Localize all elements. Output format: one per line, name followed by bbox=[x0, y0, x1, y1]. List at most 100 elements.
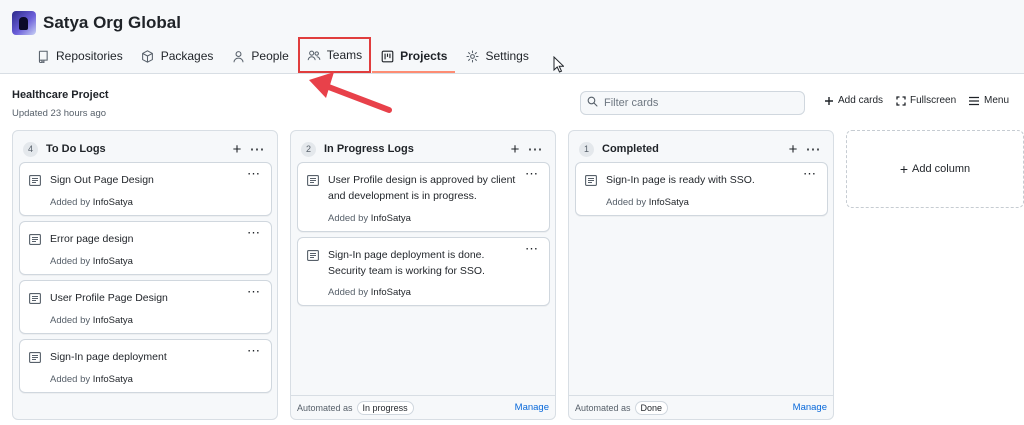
card[interactable]: User Profile Page Design ⋯ Added by Info… bbox=[19, 280, 272, 334]
automation-status-badge: Done bbox=[634, 400, 669, 415]
added-by-prefix: Added by bbox=[328, 213, 369, 224]
card-menu-kebab-icon[interactable]: ⋯ bbox=[245, 166, 263, 181]
column-actions: + ⋯ bbox=[783, 140, 823, 159]
card[interactable]: Sign Out Page Design ⋯ Added by InfoSaty… bbox=[19, 162, 272, 216]
tab-projects[interactable]: Projects bbox=[372, 40, 456, 73]
tab-packages[interactable]: Packages bbox=[133, 40, 222, 72]
card-meta: Added by InfoSatya bbox=[50, 315, 133, 326]
tab-label: Projects bbox=[400, 49, 448, 63]
added-by-prefix: Added by bbox=[606, 197, 647, 208]
added-by-user[interactable]: InfoSatya bbox=[649, 197, 689, 208]
tab-label: People bbox=[251, 49, 289, 63]
column-menu-kebab-icon[interactable]: ⋯ bbox=[803, 140, 823, 158]
mouse-cursor-icon bbox=[553, 56, 564, 73]
manage-automation-link[interactable]: Manage bbox=[515, 402, 549, 413]
column-header: 2 In Progress Logs + ⋯ bbox=[301, 140, 545, 158]
tab-label: Teams bbox=[326, 48, 363, 62]
note-icon bbox=[29, 234, 41, 245]
org-nav-tabs: Repositories Packages People Teams Proje… bbox=[28, 37, 539, 74]
gear-icon bbox=[465, 49, 479, 63]
card[interactable]: Sign-In page deployment ⋯ Added by InfoS… bbox=[19, 339, 272, 393]
plus-icon bbox=[824, 96, 834, 106]
column-header: 1 Completed + ⋯ bbox=[579, 140, 823, 158]
column-in-progress-logs: 2 In Progress Logs + ⋯ User Profile desi… bbox=[290, 130, 556, 420]
tab-repositories[interactable]: Repositories bbox=[28, 40, 131, 72]
tab-settings[interactable]: Settings bbox=[457, 40, 536, 72]
column-completed: 1 Completed + ⋯ Sign-In page is ready wi… bbox=[568, 130, 834, 420]
column-actions: + ⋯ bbox=[505, 140, 545, 159]
filter-cards-field[interactable] bbox=[580, 91, 805, 115]
manage-automation-link[interactable]: Manage bbox=[793, 402, 827, 413]
card[interactable]: Error page design ⋯ Added by InfoSatya bbox=[19, 221, 272, 275]
fullscreen-icon bbox=[896, 95, 906, 106]
menu-button[interactable]: Menu bbox=[968, 95, 1009, 106]
filter-cards-input[interactable] bbox=[604, 97, 794, 109]
added-by-user[interactable]: InfoSatya bbox=[93, 374, 133, 385]
fullscreen-label: Fullscreen bbox=[910, 95, 957, 106]
repo-icon bbox=[36, 49, 50, 63]
column-header: 4 To Do Logs + ⋯ bbox=[23, 140, 267, 158]
added-by-user[interactable]: InfoSatya bbox=[93, 315, 133, 326]
card-title: User Profile design is approved by clien… bbox=[328, 174, 516, 202]
card-meta: Added by InfoSatya bbox=[50, 197, 133, 208]
card-menu-kebab-icon[interactable]: ⋯ bbox=[523, 241, 541, 256]
add-column-label: Add column bbox=[912, 163, 971, 175]
search-icon bbox=[587, 96, 598, 110]
column-title: To Do Logs bbox=[46, 143, 106, 155]
column-menu-kebab-icon[interactable]: ⋯ bbox=[525, 140, 545, 158]
tab-teams[interactable]: Teams bbox=[297, 37, 372, 73]
card[interactable]: User Profile design is approved by clien… bbox=[297, 162, 550, 232]
card-menu-kebab-icon[interactable]: ⋯ bbox=[245, 343, 263, 358]
card-menu-kebab-icon[interactable]: ⋯ bbox=[523, 166, 541, 181]
org-header: Satya Org Global Repositories Packages P… bbox=[0, 0, 1024, 74]
org-name[interactable]: Satya Org Global bbox=[43, 13, 181, 33]
fullscreen-button[interactable]: Fullscreen bbox=[896, 95, 956, 106]
card-title: User Profile Page Design bbox=[50, 292, 168, 304]
card[interactable]: Sign-In page deployment is done. Securit… bbox=[297, 237, 550, 306]
card-title: Sign Out Page Design bbox=[50, 174, 154, 186]
card-title: Error page design bbox=[50, 233, 134, 245]
added-by-user[interactable]: InfoSatya bbox=[371, 287, 411, 298]
card-title: Sign-In page is ready with SSO. bbox=[606, 174, 755, 186]
card-count-badge: 4 bbox=[23, 141, 38, 157]
card-meta: Added by InfoSatya bbox=[606, 197, 689, 208]
hamburger-icon bbox=[968, 96, 980, 106]
add-card-plus-icon[interactable]: + bbox=[505, 140, 525, 158]
card-menu-kebab-icon[interactable]: ⋯ bbox=[801, 166, 819, 181]
tab-people[interactable]: People bbox=[223, 40, 296, 72]
added-by-prefix: Added by bbox=[328, 287, 369, 298]
card-menu-kebab-icon[interactable]: ⋯ bbox=[245, 284, 263, 299]
card-menu-kebab-icon[interactable]: ⋯ bbox=[245, 225, 263, 240]
card-meta: Added by InfoSatya bbox=[328, 287, 411, 298]
automation-status-badge: In progress bbox=[356, 400, 414, 415]
tab-label: Settings bbox=[485, 49, 529, 63]
add-card-plus-icon[interactable]: + bbox=[227, 140, 247, 158]
column-title: Completed bbox=[602, 143, 659, 155]
card-title: Sign-In page deployment is done. Securit… bbox=[328, 249, 485, 277]
card-title: Sign-In page deployment bbox=[50, 351, 167, 363]
column-title: In Progress Logs bbox=[324, 143, 414, 155]
person-icon bbox=[231, 49, 245, 63]
added-by-user[interactable]: InfoSatya bbox=[93, 197, 133, 208]
org-identity[interactable]: Satya Org Global bbox=[12, 11, 181, 35]
project-title: Healthcare Project bbox=[12, 89, 109, 101]
add-card-plus-icon[interactable]: + bbox=[783, 140, 803, 158]
column-automation-footer: Automated as In progress Manage bbox=[291, 395, 555, 419]
card-meta: Added by InfoSatya bbox=[50, 256, 133, 267]
note-icon bbox=[29, 352, 41, 363]
card-meta: Added by InfoSatya bbox=[50, 374, 133, 385]
project-updated-time: Updated 23 hours ago bbox=[12, 108, 107, 119]
add-cards-button[interactable]: Add cards bbox=[824, 95, 883, 106]
added-by-user[interactable]: InfoSatya bbox=[93, 256, 133, 267]
column-menu-kebab-icon[interactable]: ⋯ bbox=[247, 140, 267, 158]
added-by-user[interactable]: InfoSatya bbox=[371, 213, 411, 224]
note-icon bbox=[585, 175, 597, 186]
card[interactable]: Sign-In page is ready with SSO. ⋯ Added … bbox=[575, 162, 828, 216]
org-avatar[interactable] bbox=[12, 11, 36, 35]
add-column-button[interactable]: + Add column bbox=[846, 130, 1024, 208]
tab-label: Repositories bbox=[56, 49, 123, 63]
card-count-badge: 2 bbox=[301, 141, 316, 157]
column-automation-footer: Automated as Done Manage bbox=[569, 395, 833, 419]
automation-label: Automated as bbox=[575, 402, 631, 413]
added-by-prefix: Added by bbox=[50, 256, 91, 267]
